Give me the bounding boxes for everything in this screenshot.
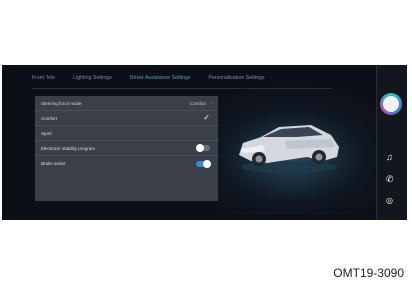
setting-label: Sport — [41, 130, 52, 136]
tab-lighting-settings[interactable]: Lighting Settings — [73, 75, 112, 81]
settings-panel: Steering force mode Comfort › Comfort ✓ … — [35, 96, 218, 201]
toggle-knob — [196, 144, 204, 152]
setting-sport[interactable]: Sport — [35, 126, 218, 141]
right-sidebar: ♫ ✆ ◎ — [376, 65, 407, 220]
tab-front-tele[interactable]: Front Tele — [32, 75, 55, 81]
setting-label: Brake assist — [41, 161, 66, 166]
esp-toggle[interactable] — [196, 144, 210, 152]
car-icon — [239, 125, 339, 173]
toggle-knob — [203, 159, 211, 168]
dial-center — [383, 96, 399, 112]
setting-electronic-stability-program: Electronic stability program — [35, 141, 218, 156]
setting-label: Comfort — [41, 115, 58, 121]
infotainment-screen: Front Tele Lighting Settings Driver Assi… — [2, 65, 407, 220]
checkmark-icon: ✓ — [203, 113, 210, 122]
setting-label: Steering force mode — [41, 100, 82, 106]
tab-divider — [32, 88, 332, 89]
setting-comfort[interactable]: Comfort ✓ — [35, 111, 218, 126]
figure-caption: OMT19-3090 — [333, 266, 404, 280]
tab-personalisation-settings[interactable]: Personalisation Settings — [209, 75, 265, 81]
tab-driver-assistance-settings[interactable]: Driver Assistance Settings — [130, 75, 191, 81]
setting-label: Electronic stability program — [41, 145, 96, 151]
settings-tabs: Front Tele Lighting Settings Driver Assi… — [32, 70, 367, 86]
setting-brake-assist: Brake assist — [35, 156, 218, 171]
chevron-right-icon: › — [210, 100, 212, 106]
setting-steering-force-mode[interactable]: Steering force mode Comfort › — [35, 96, 218, 111]
brake-assist-toggle[interactable] — [196, 159, 211, 168]
setting-value: Comfort — [189, 100, 206, 106]
home-dial-icon[interactable] — [380, 93, 402, 115]
phone-icon[interactable]: ✆ — [386, 175, 394, 184]
navigation-icon[interactable]: ◎ — [386, 197, 393, 205]
music-icon[interactable]: ♫ — [386, 153, 393, 162]
